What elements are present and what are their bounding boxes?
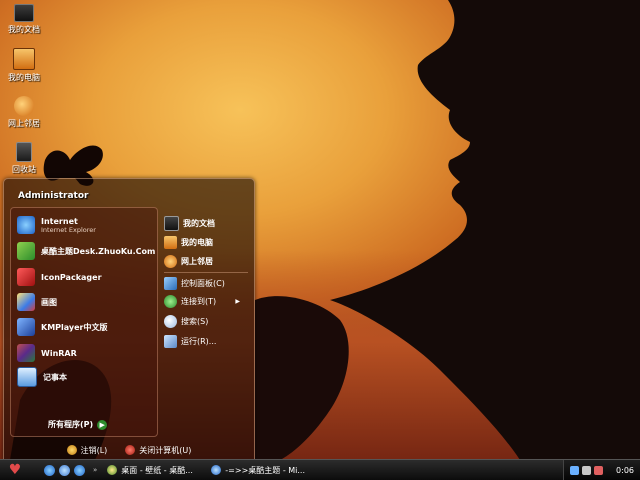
desktop-icon-recycle-bin[interactable]: 回收站 xyxy=(0,142,48,175)
desktop-icon-my-computer[interactable]: 我的电脑 xyxy=(0,48,48,83)
browser-icon[interactable] xyxy=(59,464,70,476)
menu-item-label: 我的电脑 xyxy=(181,237,213,247)
shutdown-label: 关闭计算机(U) xyxy=(139,445,192,455)
run-icon xyxy=(164,334,177,348)
program-paint[interactable]: 画图 xyxy=(17,291,157,313)
folder-icon xyxy=(164,215,179,231)
connect-icon xyxy=(164,294,177,308)
menu-item-network[interactable]: 网上邻居 xyxy=(164,253,250,269)
internet-explorer-icon[interactable] xyxy=(44,464,55,476)
taskbar-item[interactable]: -=>>桌酷主题 - Mi... xyxy=(207,462,307,478)
menu-item-label: 运行(R)... xyxy=(181,336,217,346)
start-menu: Administrator Internet Internet Explorer… xyxy=(3,178,255,462)
system-tray: 0:06 xyxy=(563,460,640,480)
submenu-arrow-icon: ▶ xyxy=(235,297,240,305)
user-name: Administrator xyxy=(18,191,89,201)
desktop-icon-label: 我的文档 xyxy=(8,25,40,34)
program-title: Internet xyxy=(41,216,78,226)
desktop-icon-label: 我的电脑 xyxy=(8,73,40,82)
program-title: 记事本 xyxy=(43,372,67,382)
power-icon xyxy=(125,445,136,455)
program-kmplayer[interactable]: KMPlayer中文版 xyxy=(17,316,157,338)
quick-launch-more-button[interactable]: » xyxy=(93,466,97,474)
internet-explorer-icon xyxy=(17,216,35,234)
menu-item-label: 搜索(S) xyxy=(181,316,209,326)
menu-item-label: 我的文档 xyxy=(183,218,215,228)
computer-icon xyxy=(164,235,177,249)
quick-launch: » xyxy=(44,464,97,476)
menu-divider xyxy=(164,272,248,273)
zhuoku-icon xyxy=(17,242,35,260)
taskbar-item-label: -=>>桌酷主题 - Mi... xyxy=(225,465,306,475)
tray-volume-icon[interactable] xyxy=(594,465,603,475)
program-title: 桌酷主题Desk.ZhuoKu.Com xyxy=(41,246,156,256)
tray-network-icon[interactable] xyxy=(582,465,591,475)
menu-item-search[interactable]: 搜索(S) xyxy=(164,313,250,329)
folder-icon xyxy=(14,4,34,22)
menu-item-label: 网上邻居 xyxy=(181,256,213,266)
all-programs-button[interactable]: 所有程序(P) ▶ xyxy=(48,419,108,430)
menu-item-run[interactable]: 运行(R)... xyxy=(164,333,250,349)
heart-start-icon: ♥ xyxy=(8,462,22,478)
taskbar: ♥ » 桌面 - 壁纸 - 桌酷... -=>>桌酷主题 - Mi... 0:0… xyxy=(0,459,640,480)
program-iconpackager[interactable]: IconPackager xyxy=(17,266,157,288)
taskbar-item-label: 桌面 - 壁纸 - 桌酷... xyxy=(121,465,193,475)
menu-item-label: 控制面板(C) xyxy=(181,278,225,288)
arrow-right-icon: ▶ xyxy=(97,419,108,430)
program-winrar[interactable]: WinRAR xyxy=(17,342,157,364)
menu-item-control-panel[interactable]: 控制面板(C) xyxy=(164,275,250,291)
iconpackager-icon xyxy=(17,268,35,286)
menu-item-label: 连接到(T) xyxy=(181,296,217,306)
program-title: IconPackager xyxy=(41,272,102,282)
menu-item-my-documents[interactable]: 我的文档 xyxy=(164,215,250,231)
shutdown-button[interactable]: 关闭计算机(U) xyxy=(125,445,191,456)
desktop-icon[interactable] xyxy=(74,464,85,476)
paint-icon xyxy=(17,293,35,311)
program-zhuoku[interactable]: 桌酷主题Desk.ZhuoKu.Com xyxy=(17,240,157,262)
recycle-bin-icon xyxy=(16,142,32,162)
key-icon xyxy=(66,445,77,455)
control-panel-icon xyxy=(164,276,177,290)
network-icon xyxy=(14,96,34,116)
notepad-icon xyxy=(17,367,37,387)
kmplayer-icon xyxy=(17,318,35,336)
winrar-icon xyxy=(17,344,35,362)
start-menu-footer: 注销(L) 关闭计算机(U) xyxy=(4,439,254,461)
menu-item-connect-to[interactable]: 连接到(T) ▶ xyxy=(164,293,250,309)
clock[interactable]: 0:06 xyxy=(616,466,634,475)
desktop-icon-label: 回收站 xyxy=(12,165,36,174)
program-title: WinRAR xyxy=(41,348,77,358)
network-icon xyxy=(164,254,177,268)
program-notepad[interactable]: 记事本 xyxy=(17,366,157,388)
desktop-icon-my-documents[interactable]: 我的文档 xyxy=(0,4,48,35)
logoff-label: 注销(L) xyxy=(80,445,108,455)
program-subtitle: Internet Explorer xyxy=(41,225,96,234)
tray-app-icon[interactable] xyxy=(570,465,579,475)
internet-explorer-icon xyxy=(211,465,222,475)
menu-item-my-computer[interactable]: 我的电脑 xyxy=(164,234,250,250)
all-programs-label: 所有程序(P) xyxy=(48,420,94,429)
program-internet-explorer[interactable]: Internet Internet Explorer xyxy=(17,214,157,236)
desktop-icon-network[interactable]: 网上邻居 xyxy=(0,96,48,129)
program-title: KMPlayer中文版 xyxy=(41,322,108,332)
taskbar-item[interactable]: 桌面 - 壁纸 - 桌酷... xyxy=(103,462,199,478)
pinned-programs-panel: Internet Internet Explorer 桌酷主题Desk.Zhuo… xyxy=(10,207,158,437)
zhuoku-browser-icon xyxy=(107,465,118,475)
desktop-icon-label: 网上邻居 xyxy=(8,119,40,128)
computer-icon xyxy=(13,48,35,70)
logoff-button[interactable]: 注销(L) xyxy=(66,445,108,456)
program-title: 画图 xyxy=(41,297,57,307)
search-icon xyxy=(164,314,177,328)
start-button[interactable]: ♥ xyxy=(0,460,30,480)
